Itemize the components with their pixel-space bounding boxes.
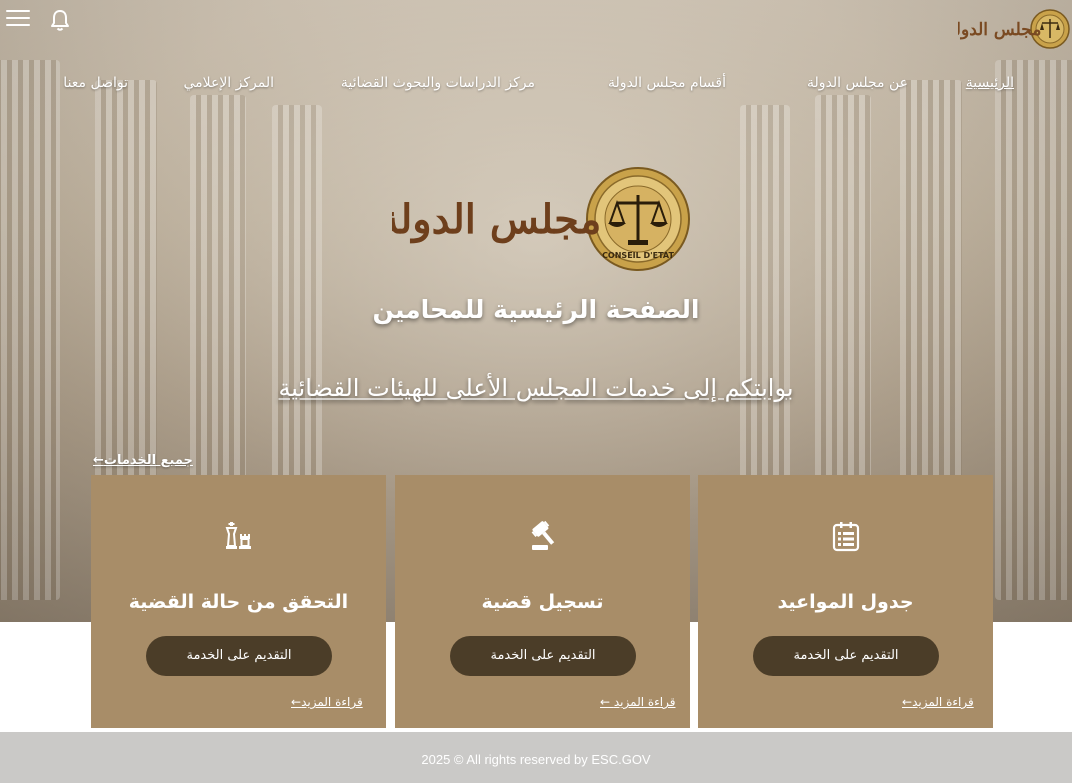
- service-card-case-status: التحقق من حالة القضية التقديم على الخدمة…: [91, 475, 386, 728]
- all-services-link[interactable]: ←جميع الخدمات: [93, 453, 193, 468]
- gavel-icon: [531, 520, 555, 550]
- apply-service-button[interactable]: التقديم على الخدمة: [146, 636, 332, 676]
- top-bar: مجلس الدولة: [0, 0, 1072, 49]
- nav-item-departments[interactable]: أقسام مجلس الدولة: [608, 75, 726, 91]
- read-more-link[interactable]: ←قراءة المزيد: [291, 695, 363, 709]
- hamburger-menu-icon[interactable]: [6, 10, 30, 28]
- main-logo-text: مجلس الدولة: [392, 196, 601, 244]
- apply-service-button[interactable]: التقديم على الخدمة: [753, 636, 939, 676]
- top-logo-text: مجلس الدولة: [958, 20, 1041, 40]
- read-more-link[interactable]: ←قراءة المزيد: [902, 695, 974, 709]
- seal-text: CONSEIL D'ETAT: [602, 251, 674, 260]
- footer: 2025 © All rights reserved by ESC.GOV: [0, 732, 1072, 783]
- service-card-appointments: جدول المواعيد التقديم على الخدمة ←قراءة …: [698, 475, 993, 728]
- apply-service-button[interactable]: التقديم على الخدمة: [450, 636, 636, 676]
- card-title: جدول المواعيد: [777, 591, 914, 613]
- copyright-text: 2025 © All rights reserved by ESC.GOV: [421, 752, 651, 767]
- main-logo: CONSEIL D'ETAT مجلس الدولة: [392, 167, 690, 271]
- service-card-register-case: تسجيل قضية التقديم على الخدمة ← قراءة ال…: [395, 475, 690, 728]
- card-title: تسجيل قضية: [481, 591, 604, 613]
- page-title: الصفحة الرئيسية للمحامين: [372, 295, 700, 324]
- read-more-link[interactable]: ← قراءة المزيد: [600, 695, 676, 709]
- nav-item-home[interactable]: الرئيسية: [966, 75, 1014, 91]
- page-subtitle: بوابتكم إلى خدمات المجلس الأعلى للهيئات …: [278, 374, 794, 402]
- nav-item-research-center[interactable]: مركز الدراسات والبحوث القضائية: [341, 75, 535, 91]
- nav-item-media-center[interactable]: المركز الإعلامي: [183, 75, 274, 91]
- site-logo[interactable]: مجلس الدولة: [958, 8, 1070, 50]
- nav-item-contact[interactable]: تواصل معنا: [63, 75, 128, 91]
- bell-icon[interactable]: [49, 8, 71, 32]
- chess-pieces-icon: [225, 522, 251, 549]
- card-title: التحقق من حالة القضية: [128, 591, 349, 613]
- nav-item-about[interactable]: عن مجلس الدولة: [807, 75, 908, 91]
- calendar-list-icon: [832, 522, 860, 552]
- main-nav: الرئيسية عن مجلس الدولة أقسام مجلس الدول…: [0, 75, 1072, 97]
